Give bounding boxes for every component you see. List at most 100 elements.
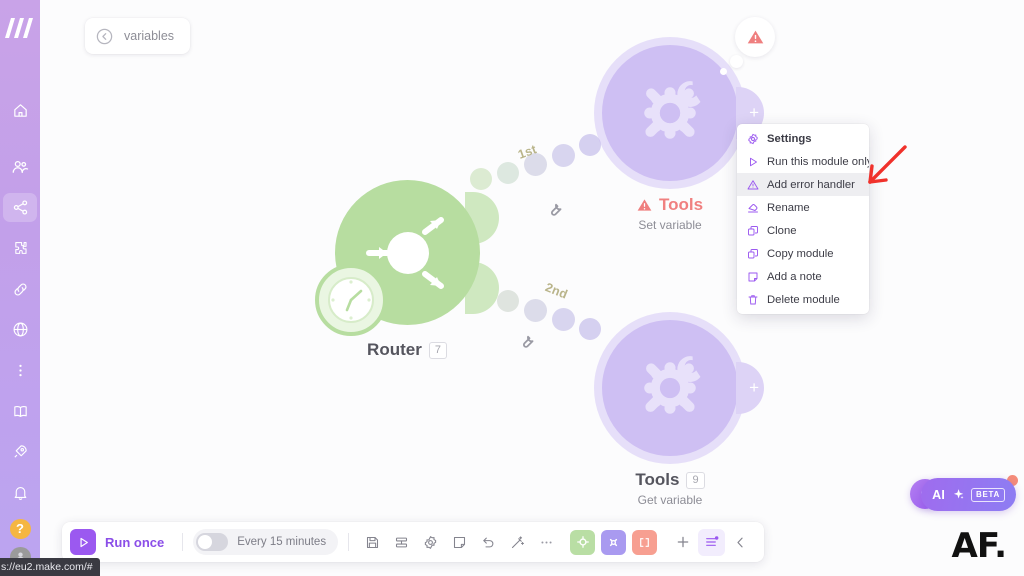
app-root: 1st 2nd Router 7 + Tools Set variable + … [0, 0, 1024, 576]
scenario-canvas[interactable]: 1st 2nd Router 7 + Tools Set variable + … [40, 0, 1024, 576]
context-menu-label: Rename [767, 201, 810, 214]
add-another-module-button[interactable] [669, 529, 696, 556]
save-button[interactable] [359, 529, 386, 556]
flow-chip[interactable] [632, 529, 658, 555]
clock-icon [328, 277, 374, 323]
explain-flow-button[interactable] [504, 529, 531, 556]
clone-icon [746, 224, 759, 237]
sidebar-item-team[interactable] [3, 153, 37, 182]
module-context-menu[interactable]: Settings Run this module only Add error … [737, 124, 869, 314]
warning-bubble-dot-small [720, 68, 727, 75]
copy-icon [746, 247, 759, 260]
tools-bottom-halo [594, 312, 746, 464]
help-button[interactable]: ? [9, 518, 31, 539]
browser-status-url: s://eu2.make.com/# [0, 558, 100, 576]
schedule-label: Every 15 minutes [237, 536, 327, 548]
sidebar-item-scenarios[interactable] [3, 193, 37, 223]
trash-icon [746, 293, 759, 306]
sidebar-item-webhooks[interactable] [3, 316, 37, 345]
context-menu-item-delete-module[interactable]: Delete module [737, 288, 869, 311]
tools-module-bottom[interactable]: + Tools 9 Get variable [594, 312, 764, 507]
gear-icon [746, 132, 759, 145]
undo-icon [483, 537, 494, 547]
notes-button[interactable] [446, 529, 473, 556]
templates-icon [14, 241, 27, 254]
undo-button[interactable] [475, 529, 502, 556]
context-menu-item-copy-module[interactable]: Copy module [737, 242, 869, 265]
save-icon [367, 536, 379, 548]
context-menu-label: Add error handler [767, 178, 855, 191]
sidebar-item-more[interactable] [3, 356, 37, 385]
left-sidebar[interactable]: ? [0, 0, 40, 576]
collapse-icon [737, 537, 743, 547]
context-menu-label: Settings [767, 132, 812, 145]
tools-bottom-title: Tools [635, 470, 680, 489]
webhooks-icon [13, 322, 27, 337]
book-icon [13, 405, 27, 417]
sidebar-item-whats-new[interactable] [3, 438, 37, 467]
watermark-logo: AF. [951, 526, 1007, 566]
controls-button[interactable] [698, 528, 726, 556]
note-icon [746, 270, 759, 283]
run-once-label: Run once [105, 534, 165, 550]
run-once-button[interactable]: Run once [70, 529, 172, 555]
breadcrumb[interactable]: variables [85, 18, 191, 54]
team-icon [12, 161, 29, 174]
annotation-arrow [860, 142, 910, 195]
router-chip[interactable] [570, 529, 596, 555]
connector-2nd-wrench-icon[interactable] [517, 332, 535, 355]
toolbar-divider [182, 533, 184, 551]
scenario-settings-button[interactable] [417, 529, 444, 556]
back-arrow-icon [96, 28, 113, 44]
sidebar-item-notifications[interactable] [3, 478, 37, 507]
sidebar-item-docs[interactable] [3, 397, 37, 426]
context-menu-item-clone[interactable]: Clone [737, 219, 869, 242]
tools-bottom-label-row: Tools 9 [560, 470, 780, 490]
bottom-toolbar[interactable]: Run once Every 15 minutes [62, 522, 765, 562]
router-module[interactable]: Router 7 [315, 180, 499, 359]
sidebar-item-home[interactable] [3, 96, 37, 125]
play-icon [70, 529, 96, 555]
tools-top-title: Tools [658, 195, 704, 214]
tools-chip[interactable] [601, 529, 627, 555]
breadcrumb-label: variables [124, 29, 175, 43]
sidebar-item-templates[interactable] [3, 234, 37, 263]
tools-bottom-badge: 9 [686, 471, 705, 489]
collapse-button[interactable] [727, 529, 754, 556]
flow-icon [640, 537, 649, 547]
warning-bubble[interactable] [735, 17, 775, 57]
auto-align-button[interactable] [388, 529, 415, 556]
connector-2nd-label: 2nd [543, 280, 570, 302]
context-menu-label: Clone [767, 224, 797, 237]
context-menu-label: Delete module [767, 293, 840, 306]
schedule-toggle[interactable]: Every 15 minutes [193, 529, 339, 555]
scenarios-icon [13, 200, 27, 215]
tools-module-top[interactable]: + Tools Set variable [594, 37, 764, 232]
ai-beta-badge: BETA [971, 487, 1005, 502]
tag-icon [746, 201, 759, 214]
play-icon [746, 155, 759, 168]
warning-triangle-icon [637, 199, 652, 211]
context-menu-item-add-a-note[interactable]: Add a note [737, 265, 869, 288]
context-menu-item-run-this-module-only[interactable]: Run this module only [737, 150, 869, 173]
context-menu-item-rename[interactable]: Rename [737, 196, 869, 219]
context-menu-item-settings[interactable]: Settings [737, 127, 869, 150]
more-options-button[interactable] [533, 529, 560, 556]
ai-assistant-button[interactable]: AI BETA [921, 478, 1016, 511]
magic-icon [512, 535, 525, 548]
router-label-row: Router 7 [297, 340, 517, 360]
warning-bubble-dot-medium [730, 55, 743, 68]
tools-bottom-add-button[interactable]: + [736, 362, 764, 414]
sidebar-item-connections[interactable] [3, 275, 37, 304]
toolbar-divider [348, 533, 350, 551]
router-icon [576, 536, 589, 548]
make-logo[interactable] [0, 8, 40, 48]
schedule-switch[interactable] [196, 533, 229, 551]
notes-icon [454, 536, 466, 548]
sparkle-icon [953, 488, 964, 499]
settings-icon [424, 535, 437, 549]
tools-icon [609, 538, 618, 546]
context-menu-item-add-error-handler[interactable]: Add error handler [737, 173, 869, 196]
rocket-icon [13, 445, 27, 458]
router-schedule-clock [315, 264, 387, 336]
